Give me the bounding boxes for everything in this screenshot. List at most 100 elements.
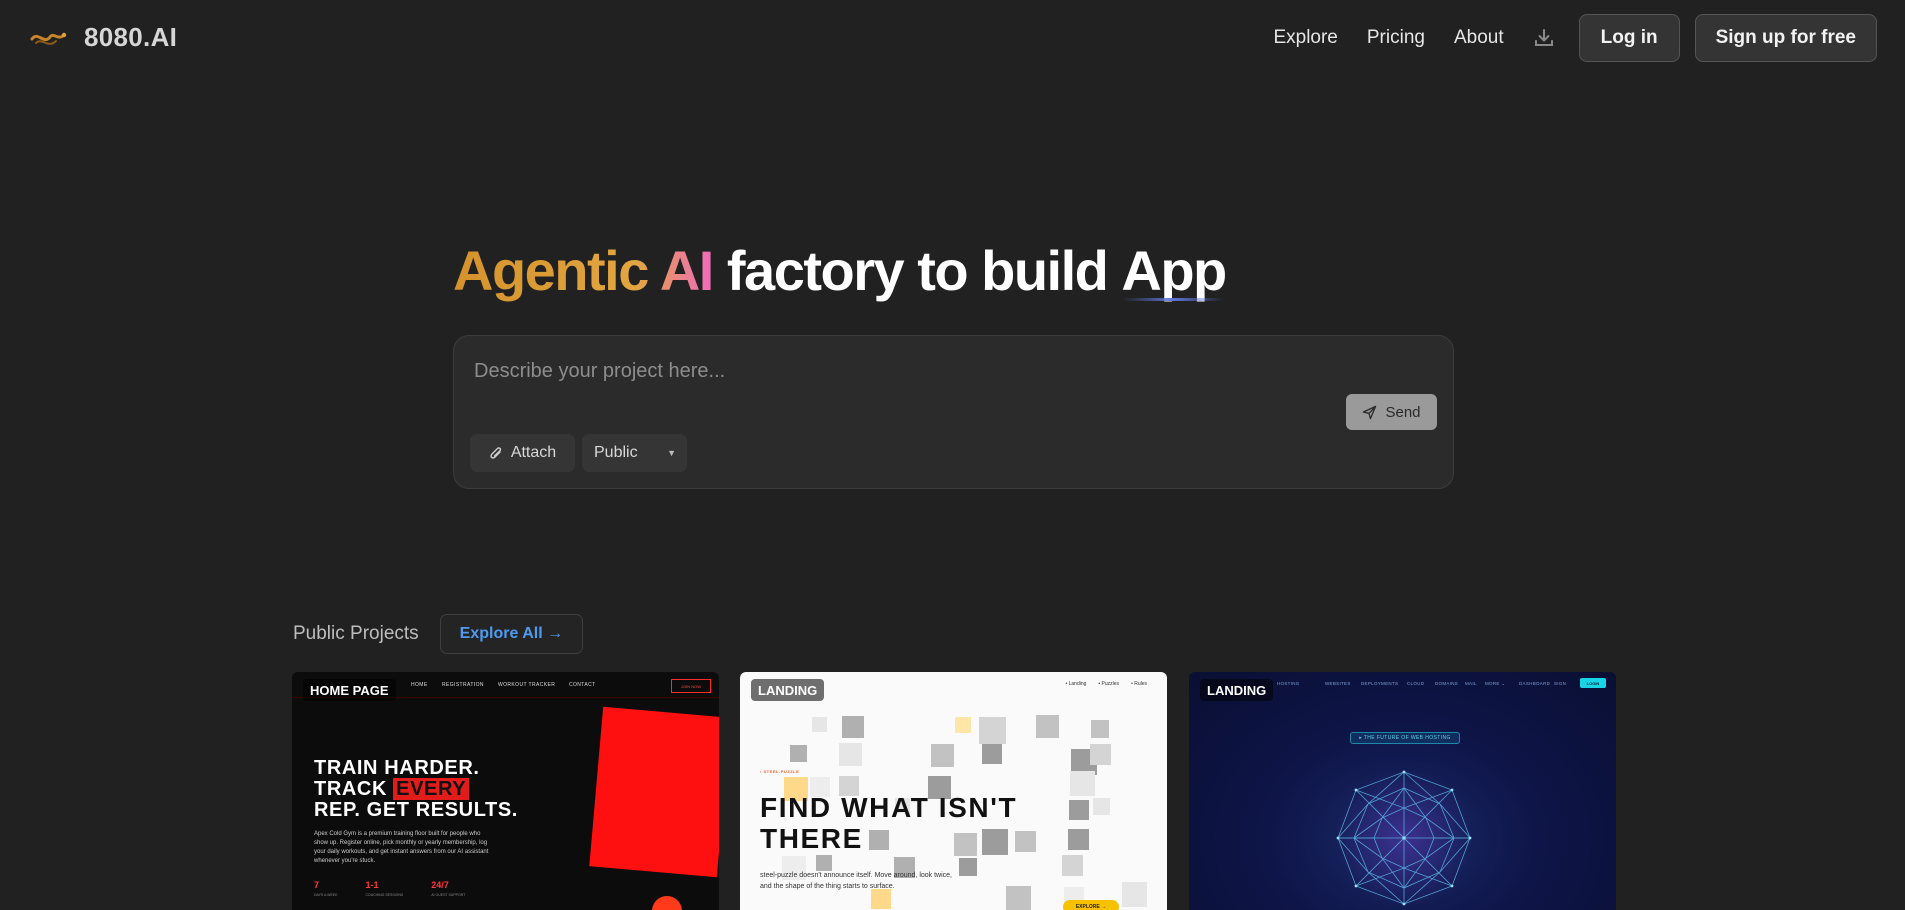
preview-nav-link: CONTACT [569, 682, 596, 688]
nav-explore[interactable]: Explore [1273, 14, 1337, 62]
public-projects-title: Public Projects [293, 623, 419, 644]
project-card-hosting[interactable]: LANDING HOSTING WEBSITES DEPLOYMENTS CLO… [1189, 672, 1616, 910]
brand-name: 8080.AI [84, 22, 178, 52]
main-nav: Explore Pricing About Log in Sign up for… [1273, 14, 1877, 62]
preview-headline-line: FIND WHAT ISN'T [760, 792, 1018, 823]
preview-login-button: LOGIN [1580, 678, 1606, 688]
preview-nav-link: WEBSITES [1325, 681, 1351, 686]
preview-nav-link: • Puzzles [1098, 681, 1120, 687]
preview-square [955, 717, 971, 733]
hero-title: Agentic AI factory to build App [453, 238, 1227, 303]
preview-red-block [589, 706, 719, 878]
preview-stat: 24/7 AI GUEST SUPPORT [431, 880, 465, 900]
card-badge: HOME PAGE [303, 679, 396, 701]
login-button[interactable]: Log in [1578, 14, 1680, 62]
preview-headline-line: TRACK EVERY [314, 778, 518, 800]
preview-square [1068, 829, 1089, 850]
hero-title-gradient: Agentic AI [453, 239, 714, 302]
preview-square [871, 889, 891, 909]
preview-headline-line: TRAIN HARDER. [314, 757, 480, 779]
preview-description: steel-puzzle doesn't announce itself. Mo… [760, 872, 953, 890]
preview-square [982, 744, 1002, 764]
explore-all-button[interactable]: Explore All → [439, 614, 584, 654]
signup-button[interactable]: Sign up for free [1694, 14, 1877, 62]
preview-square [959, 858, 977, 876]
preview-square [1093, 798, 1110, 815]
preview-headline-highlight: EVERY [393, 778, 470, 800]
preview-headline-line: REP. GET RESULTS. [314, 799, 518, 821]
preview-nav-link: SIGN [1554, 681, 1567, 686]
download-icon[interactable] [1533, 27, 1555, 49]
public-projects-header: Public Projects Explore All → [293, 614, 584, 654]
prompt-box: Send Attach Public ▼ [453, 335, 1454, 489]
preview-square [842, 716, 864, 738]
preview-stats: 7 DAYS A WEEK 1-1 COACHING SESSIONS 24/7 AI… [314, 880, 465, 900]
preview-square [979, 717, 1006, 744]
card-preview-nav: • Landing • Puzzles • Rules [1065, 681, 1147, 687]
preview-headline: TRAIN HARDER. TRACK EVERY REP. GET RESUL… [314, 758, 518, 821]
preview-nav-link: HOSTING [1277, 681, 1300, 686]
visibility-select[interactable]: Public ▼ [582, 434, 687, 472]
preview-nav-link: MORE ⌄ [1485, 681, 1506, 686]
brand-logo[interactable]: 8080.AI [30, 22, 177, 53]
preview-headline-line: THERE [760, 823, 863, 854]
dragon-logo-icon [30, 32, 67, 45]
preview-square [812, 717, 827, 732]
preview-square [1091, 720, 1109, 738]
top-header: 8080.AI Explore Pricing About Log in Sig… [0, 0, 1905, 76]
send-icon [1363, 405, 1377, 419]
preview-nav-link: DASHBOARD [1519, 681, 1551, 686]
card-badge: LANDING [1200, 679, 1274, 701]
preview-orb [652, 896, 682, 910]
stat-label: COACHING SESSIONS [365, 893, 404, 897]
project-card-gym[interactable]: HOME PAGE HOME REGISTRATION WORKOUT TRAC… [292, 672, 719, 910]
preview-stat: 1-1 COACHING SESSIONS [365, 880, 403, 900]
preview-square [1090, 744, 1111, 765]
nav-pricing[interactable]: Pricing [1367, 14, 1425, 62]
preview-square [790, 745, 807, 762]
stat-value: 24/7 [431, 880, 449, 890]
wireframe-globe-icon [1336, 770, 1472, 906]
preview-square [1006, 886, 1031, 910]
preview-nav-link: DEPLOYMENTS [1361, 681, 1399, 686]
preview-square [1070, 771, 1095, 796]
preview-square [1122, 882, 1147, 907]
preview-join-button: JOIN NOW [671, 679, 711, 693]
card-badge: LANDING [751, 679, 825, 701]
preview-headline-part: TRACK [314, 778, 394, 800]
preview-description: Apex Cold Gym is a premium training floo… [314, 831, 489, 864]
preview-square [1069, 800, 1089, 820]
project-card-steel-puzzle[interactable]: LANDING • Landing • Puzzles • Rules • ST… [740, 672, 1167, 910]
preview-nav-link: • Rules [1131, 681, 1147, 687]
chevron-down-icon: ▼ [667, 448, 676, 458]
preview-nav-link: MAIL [1465, 681, 1477, 686]
stat-value: 1-1 [365, 880, 379, 890]
preview-cta: EXPLORE → [1063, 900, 1119, 910]
preview-nav-link: • Landing [1065, 681, 1087, 687]
stat-label: AI GUEST SUPPORT [431, 893, 466, 897]
hero-title-mid: factory to build [712, 239, 1122, 302]
nav-about[interactable]: About [1454, 14, 1504, 62]
paperclip-icon [490, 447, 502, 459]
preview-nav-link: REGISTRATION [442, 682, 484, 688]
attach-button[interactable]: Attach [470, 434, 575, 472]
preview-stat: 7 DAYS A WEEK [314, 880, 337, 900]
stat-label: DAYS A WEEK [314, 893, 338, 897]
send-label: Send [1385, 403, 1421, 421]
project-description-input[interactable] [474, 360, 1274, 383]
preview-pill: ▸ THE FUTURE OF WEB HOSTING [1350, 732, 1460, 744]
preview-nav-link: DOMAINS [1435, 681, 1459, 686]
preview-nav-link: WORKOUT TRACKER [498, 682, 556, 688]
hero-title-app: App [1121, 239, 1227, 302]
preview-tag: • STEEL-PUZZLE [760, 769, 800, 774]
send-button[interactable]: Send [1346, 394, 1437, 430]
preview-square [1015, 831, 1036, 852]
preview-nav-link: HOME [411, 682, 428, 688]
preview-headline: FIND WHAT ISN'T THERE [760, 792, 1017, 854]
preview-square [1062, 855, 1083, 876]
stat-value: 7 [314, 880, 320, 890]
preview-square [931, 744, 954, 767]
preview-square [839, 743, 862, 766]
preview-square [1036, 715, 1059, 738]
visibility-value: Public [594, 444, 638, 461]
